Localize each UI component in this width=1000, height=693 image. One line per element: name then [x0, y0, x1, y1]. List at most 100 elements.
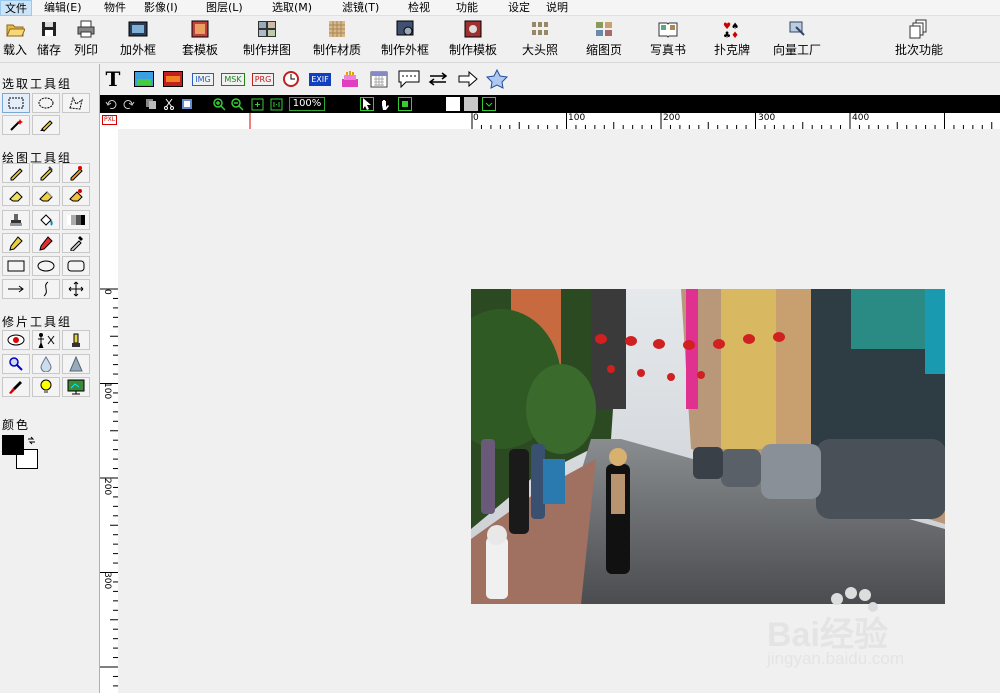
msk-layer-button[interactable]: MSK	[221, 68, 245, 90]
red-eye-tool[interactable]	[2, 330, 30, 350]
ruler-ticks	[100, 288, 118, 687]
eraser-tool[interactable]	[2, 186, 30, 206]
soft-eraser-icon	[39, 191, 53, 202]
pen-tool[interactable]	[2, 233, 30, 253]
brush-select-tool[interactable]	[32, 115, 60, 135]
magic-wand-tool[interactable]	[2, 115, 30, 135]
eyedropper-icon	[70, 236, 83, 251]
menu-select[interactable]: 选取(M)	[268, 0, 316, 16]
eyedropper-tool[interactable]	[62, 233, 90, 253]
menu-filter[interactable]: 滤镜(T)	[338, 0, 383, 16]
undo-button[interactable]	[104, 97, 118, 111]
select-view-button[interactable]	[398, 97, 412, 111]
bg-gray-button[interactable]	[464, 97, 478, 111]
fit-window-button[interactable]	[250, 97, 264, 111]
color-eraser-tool[interactable]	[62, 186, 90, 206]
photo-image[interactable]	[471, 289, 945, 604]
move-tool[interactable]	[62, 279, 90, 299]
sharpen-tool[interactable]	[62, 354, 90, 374]
arrow-shape-button[interactable]	[456, 68, 480, 90]
floppy-disk-icon	[42, 22, 56, 36]
make-template-button[interactable]: 制作模板	[446, 19, 500, 61]
zoom-in-button[interactable]	[212, 97, 226, 111]
brush-draw-tool[interactable]	[32, 163, 60, 183]
clone-stamp-tool[interactable]	[2, 210, 30, 230]
tool-panel: 选取工具组 绘图工具组 修片工具组 颜色	[0, 64, 100, 693]
sunset-image-button[interactable]	[162, 68, 184, 90]
speech-bubble-button[interactable]	[396, 68, 422, 90]
image-insert-button[interactable]	[133, 68, 155, 90]
ellipse-select-tool[interactable]	[32, 93, 60, 113]
prg-layer-button[interactable]: PRG	[251, 68, 275, 90]
blur-tool[interactable]	[32, 354, 60, 374]
red-brush-tool[interactable]	[2, 377, 30, 397]
horizontal-ruler: PXL 0 100 200 300 400	[100, 113, 1000, 129]
collage-icon	[258, 21, 276, 37]
ellipse-shape-tool[interactable]	[32, 256, 60, 276]
menu-layer[interactable]: 图层(L)	[202, 0, 247, 16]
photo-book-button[interactable]: 写真书	[646, 19, 690, 61]
menu-help[interactable]: 说明	[542, 0, 572, 16]
line-arrow-tool[interactable]	[2, 279, 30, 299]
swap-colors-icon[interactable]	[27, 436, 36, 445]
rect-select-tool[interactable]	[2, 93, 30, 113]
eraser-soft-tool[interactable]	[32, 186, 60, 206]
zoom-out-button[interactable]	[230, 97, 244, 111]
save-button[interactable]: 储存	[34, 19, 64, 61]
add-frame-button[interactable]: 加外框	[116, 19, 160, 61]
clock-button[interactable]	[280, 68, 302, 90]
redo-button[interactable]	[122, 97, 136, 111]
actual-size-button[interactable]	[269, 97, 283, 111]
bg-dropdown-button[interactable]	[482, 97, 496, 111]
cut-button[interactable]	[162, 97, 176, 111]
poker-cards-button[interactable]: ♥ ♠ ♣ ♦ 扑克牌	[710, 19, 754, 61]
menu-settings[interactable]: 设定	[504, 0, 534, 16]
menu-object[interactable]: 物件	[100, 0, 130, 16]
pointer-tool-button[interactable]	[360, 97, 374, 111]
menu-bar: 文件 编辑(E) 物件 影像(I) 图层(L) 选取(M) 滤镜(T) 检视 功…	[0, 0, 1000, 16]
lasso-select-tool[interactable]	[62, 93, 90, 113]
print-button[interactable]: 列印	[70, 19, 102, 61]
cake-button[interactable]	[339, 68, 361, 90]
star-shape-button[interactable]	[485, 68, 509, 90]
pencil-draw-tool[interactable]	[2, 163, 30, 183]
rectangle-shape-tool[interactable]	[2, 256, 30, 276]
calendar-button[interactable]	[368, 68, 390, 90]
menu-function[interactable]: 功能	[452, 0, 482, 16]
gradient-tool[interactable]	[62, 210, 90, 230]
batch-button[interactable]: 批次功能	[890, 19, 948, 61]
menu-edit[interactable]: 编辑(E)	[40, 0, 86, 16]
hand-tool-button[interactable]	[378, 97, 392, 111]
menu-image[interactable]: 影像(I)	[140, 0, 182, 16]
paste-button[interactable]	[180, 97, 194, 111]
slim-tool[interactable]	[32, 330, 60, 350]
thumbnail-page-button[interactable]: 缩图页	[582, 19, 626, 61]
smudge-tool[interactable]	[62, 330, 90, 350]
dodge-tool[interactable]	[32, 377, 60, 397]
id-photo-button[interactable]: 大头照	[518, 19, 562, 61]
exif-button[interactable]: EXIF	[307, 68, 333, 90]
screen-retouch-tool[interactable]	[62, 377, 90, 397]
text-tool-button[interactable]: T	[102, 67, 124, 91]
foreground-color-swatch[interactable]	[2, 435, 24, 455]
curve-tool[interactable]	[32, 279, 60, 299]
vector-factory-button[interactable]: 向量工厂	[768, 19, 826, 61]
bg-white-button[interactable]	[446, 97, 460, 111]
monitor-icon	[67, 379, 85, 395]
make-texture-button[interactable]: 制作材质	[310, 19, 364, 61]
img-layer-button[interactable]: IMG	[191, 68, 215, 90]
line-tool-button[interactable]	[427, 68, 451, 90]
zoom-retouch-tool[interactable]	[2, 354, 30, 374]
load-button[interactable]: 载入	[0, 19, 30, 61]
rounded-rect-tool[interactable]	[62, 256, 90, 276]
template-button[interactable]: 套模板	[178, 19, 222, 61]
make-collage-button[interactable]: 制作拼图	[240, 19, 294, 61]
make-frame-button[interactable]: 制作外框	[378, 19, 432, 61]
airbrush-tool[interactable]	[62, 163, 90, 183]
menu-file[interactable]: 文件	[0, 0, 32, 16]
red-pen-tool[interactable]	[32, 233, 60, 253]
fill-bucket-tool[interactable]	[32, 210, 60, 230]
zoom-level-display[interactable]: 100%	[289, 97, 325, 111]
menu-view[interactable]: 检视	[404, 0, 434, 16]
copy-button[interactable]	[144, 97, 158, 111]
